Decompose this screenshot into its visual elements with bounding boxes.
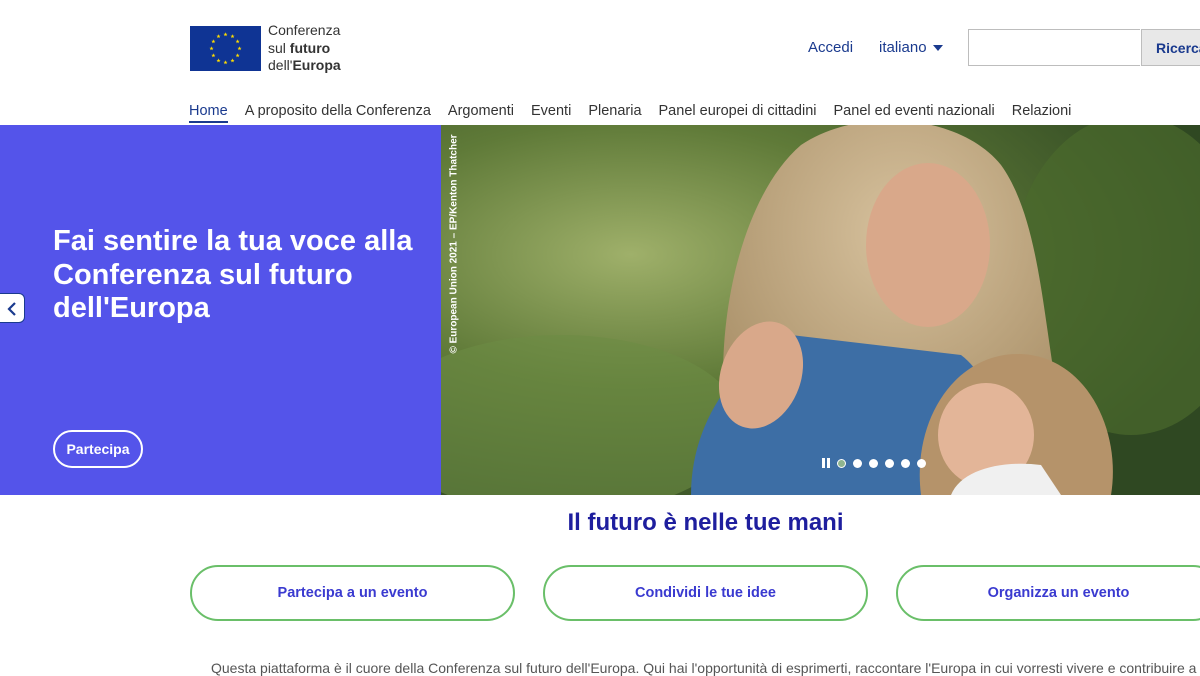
- logo-line-1: Conferenza: [268, 22, 341, 38]
- carousel-prev-button[interactable]: [0, 293, 25, 323]
- section-title: Il futuro è nelle tue mani: [567, 509, 844, 536]
- organize-event-button[interactable]: Organizza un evento: [896, 565, 1200, 621]
- nav-item-events[interactable]: Eventi: [531, 103, 571, 123]
- carousel-dot[interactable]: [869, 458, 878, 468]
- login-link[interactable]: Accedi: [808, 39, 853, 56]
- carousel-dot[interactable]: [917, 458, 926, 468]
- language-label: italiano: [879, 39, 927, 56]
- carousel-dot[interactable]: [837, 458, 846, 468]
- intro-paragraph: Questa piattaforma è il cuore della Conf…: [211, 660, 1197, 676]
- nav-item-topics[interactable]: Argomenti: [448, 103, 514, 123]
- nav-item-plenary[interactable]: Plenaria: [588, 103, 641, 123]
- language-selector[interactable]: italiano: [879, 39, 943, 56]
- nav-item-national-panels[interactable]: Panel ed eventi nazionali: [834, 103, 995, 123]
- carousel-dot[interactable]: [901, 458, 910, 468]
- join-button[interactable]: Partecipa: [53, 430, 143, 468]
- nav-item-reports[interactable]: Relazioni: [1012, 103, 1072, 123]
- chevron-left-icon: [7, 302, 16, 316]
- share-ideas-button[interactable]: Condividi le tue idee: [543, 565, 868, 621]
- mother-daughter-photo: [441, 125, 1200, 495]
- logo-line-3: dell'Europa: [268, 57, 341, 73]
- carousel-indicators: [821, 458, 933, 468]
- main-navigation: Home A proposito della Conferenza Argome…: [189, 103, 1088, 123]
- site-logo-text[interactable]: Conferenza sul futuro dell'Europa: [268, 22, 341, 75]
- eu-flag-logo[interactable]: [190, 26, 261, 71]
- hero-carousel: Fai sentire la tua voce alla Conferenza …: [0, 125, 1200, 495]
- search-button[interactable]: Ricerca: [1141, 29, 1200, 66]
- hero-text-panel: Fai sentire la tua voce alla Conferenza …: [0, 125, 441, 495]
- join-event-button[interactable]: Partecipa a un evento: [190, 565, 515, 621]
- pause-icon[interactable]: [821, 458, 831, 468]
- site-header: Conferenza sul futuro dell'Europa Accedi…: [0, 0, 1200, 125]
- search-input[interactable]: [968, 29, 1140, 66]
- nav-item-about[interactable]: A proposito della Conferenza: [245, 103, 431, 123]
- hero-photo: [441, 125, 1200, 495]
- carousel-dot[interactable]: [853, 458, 862, 468]
- carousel-dot[interactable]: [885, 458, 894, 468]
- caret-down-icon: [932, 45, 943, 52]
- logo-line-2: sul futuro: [268, 39, 331, 56]
- photo-credit: © European Union 2021 – EP/Kenton Thatch…: [448, 134, 460, 354]
- hero-title: Fai sentire la tua voce alla Conferenza …: [53, 225, 413, 324]
- nav-item-home[interactable]: Home: [189, 103, 228, 123]
- nav-item-citizens-panels[interactable]: Panel europei di cittadini: [659, 103, 817, 123]
